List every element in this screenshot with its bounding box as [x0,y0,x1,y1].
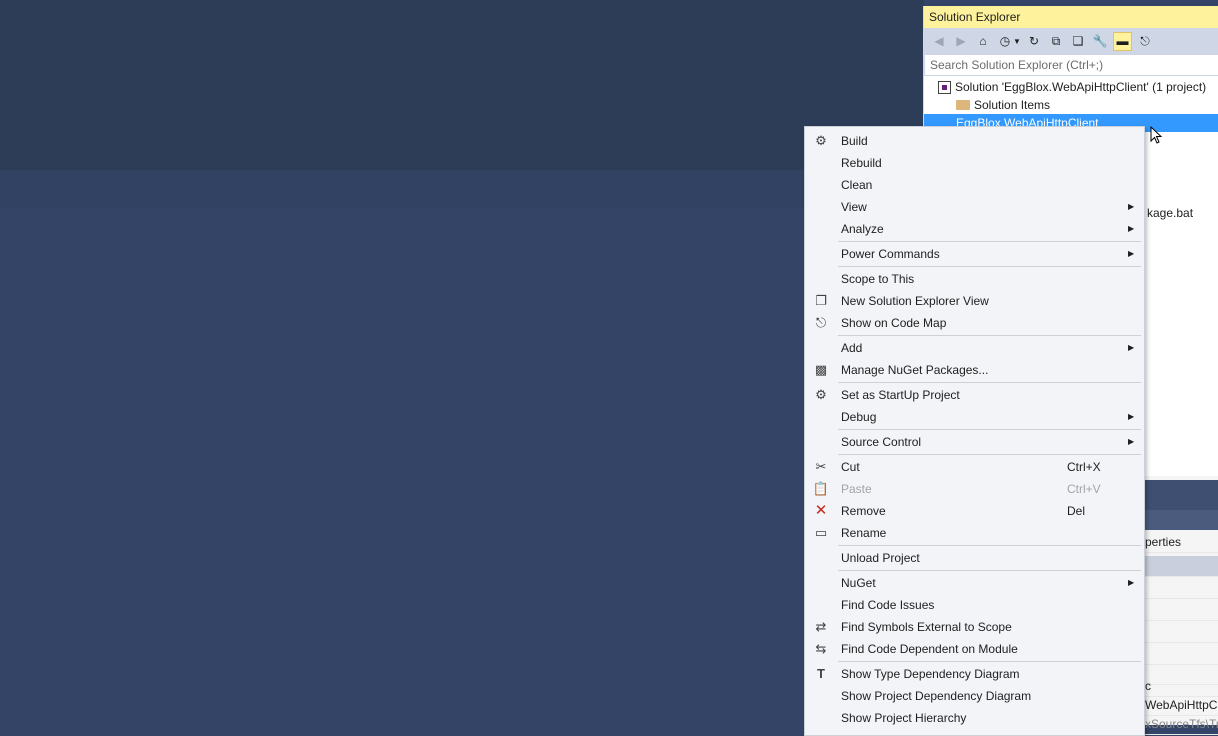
menu-item-set-as-startup-project[interactable]: ⚙ Set as StartUp Project [805,384,1144,406]
menu-separator [838,335,1141,336]
tree-item-solution[interactable]: Solution 'EggBlox.WebApiHttpClient' (1 p… [938,78,1206,96]
submenu-arrow-icon: ▶ [1128,578,1135,587]
clipboard-icon: 📋 [812,481,830,496]
editor-background-top [0,0,924,170]
refresh-icon[interactable]: ↻ [1025,32,1043,50]
forward-icon[interactable]: ▶ [952,32,970,50]
properties-grid: perties c WebApiHttpCl xSourceTfs\Tr [1145,530,1218,735]
scissors-icon: ✂ [815,459,827,474]
build-icon: ⚙ [815,133,827,148]
properties-row[interactable]: WebApiHttpCl [1145,695,1218,716]
find-dependent-icon: ⇆ [815,641,827,656]
properties-row[interactable]: c [1145,676,1218,697]
menu-item-find-code-dependent[interactable]: ⇆ Find Code Dependent on Module [805,638,1144,660]
submenu-arrow-icon: ▶ [1128,224,1135,233]
solution-icon [938,80,951,94]
menu-item-source-control[interactable]: Source Control ▶ [805,431,1144,453]
menu-separator [838,382,1141,383]
menu-item-show-project-hierarchy[interactable]: Show Project Hierarchy [805,707,1144,729]
editor-background-band [0,170,924,207]
menu-separator [838,545,1141,546]
submenu-arrow-icon: ▶ [1128,249,1135,258]
menu-item-power-commands[interactable]: Power Commands ▶ [805,243,1144,265]
menu-item-find-symbols-external[interactable]: ⇄ Find Symbols External to Scope [805,616,1144,638]
properties-row[interactable]: perties [1145,532,1218,553]
submenu-arrow-icon: ▶ [1128,437,1135,446]
find-symbols-icon: ⇄ [815,619,827,634]
code-map-icon: ⎋ [815,315,827,330]
menu-item-view[interactable]: View ▶ [805,196,1144,218]
tree-item-label: kage.bat [1147,206,1194,220]
properties-wrench-icon[interactable]: 🔧 [1091,32,1109,50]
menu-separator [838,241,1141,242]
submenu-arrow-icon: ▶ [1128,202,1135,211]
properties-header [1145,480,1218,510]
properties-toolbar [1145,510,1218,530]
menu-separator [838,661,1141,662]
properties-row[interactable] [1145,622,1218,643]
menu-item-cut[interactable]: ✂ Cut Ctrl+X [805,456,1144,478]
solution-explorer-title: Solution Explorer [924,6,1218,28]
show-all-files-icon[interactable]: ❏ [1069,32,1087,50]
menu-item-rename[interactable]: ▭ Rename [805,522,1144,544]
remove-icon: ✕ [814,502,828,519]
menu-item-clean[interactable]: Clean [805,174,1144,196]
new-view-icon: ❐ [815,293,827,308]
menu-item-unload-project[interactable]: Unload Project [805,547,1144,569]
collapse-all-icon[interactable]: ⧉ [1047,32,1065,50]
back-icon[interactable]: ◀ [930,32,948,50]
solution-explorer-search-input[interactable]: Search Solution Explorer (Ctrl+;) [924,54,1218,76]
menu-item-build[interactable]: ⚙ Build [805,130,1144,152]
menu-item-nuget[interactable]: NuGet ▶ [805,572,1144,594]
properties-row[interactable] [1145,556,1218,577]
menu-item-show-type-dependency-diagram[interactable]: T Show Type Dependency Diagram [805,663,1144,685]
tree-item-label: Solution Items [974,98,1051,112]
menu-item-debug[interactable]: Debug ▶ [805,406,1144,428]
class-diagram-icon[interactable]: ⎋ [1136,32,1154,50]
properties-row[interactable] [1145,644,1218,665]
menu-separator [838,266,1141,267]
menu-item-add[interactable]: Add ▶ [805,337,1144,359]
tree-item-label: Solution 'EggBlox.WebApiHttpClient' (1 p… [955,80,1207,94]
tree-item-bat-file[interactable]: kage.bat [1147,204,1193,222]
menu-item-manage-nuget-packages[interactable]: ▩ Manage NuGet Packages... [805,359,1144,381]
menu-item-new-solution-explorer-view[interactable]: ❐ New Solution Explorer View [805,290,1144,312]
pending-changes-filter-icon[interactable]: ◷ [996,32,1014,50]
menu-item-scope-to-this[interactable]: Scope to This [805,268,1144,290]
menu-item-show-project-dependency-diagram[interactable]: Show Project Dependency Diagram [805,685,1144,707]
home-icon[interactable]: ⌂ [974,32,992,50]
tree-item-solution-items[interactable]: Solution Items [956,96,1050,114]
menu-separator [838,429,1141,430]
menu-separator [838,570,1141,571]
preview-selected-icon[interactable]: ▬ [1113,31,1132,51]
menu-separator [838,454,1141,455]
menu-item-remove[interactable]: ✕ Remove Del [805,500,1144,522]
type-diagram-icon: T [817,666,825,681]
project-context-menu: ⚙ Build Rebuild Clean View ▶ Analyze ▶ P… [804,126,1145,736]
properties-row[interactable] [1145,600,1218,621]
gear-icon: ⚙ [815,387,827,402]
rename-icon: ▭ [814,525,828,540]
submenu-arrow-icon: ▶ [1128,412,1135,421]
nuget-icon: ▩ [814,362,828,377]
folder-icon [956,100,970,110]
mouse-cursor-icon [1150,126,1163,144]
submenu-arrow-icon: ▶ [1128,343,1135,352]
menu-item-show-on-code-map[interactable]: ⎋ Show on Code Map [805,312,1144,334]
solution-explorer-toolbar: ◀ ▶ ⌂ ◷ ▼ ↻ ⧉ ❏ 🔧 ▬ ⎋ [924,28,1218,54]
properties-row[interactable] [1145,578,1218,599]
menu-item-find-code-issues[interactable]: Find Code Issues [805,594,1144,616]
menu-item-analyze[interactable]: Analyze ▶ [805,218,1144,240]
menu-item-rebuild[interactable]: Rebuild [805,152,1144,174]
menu-item-paste: 📋 Paste Ctrl+V [812,481,1101,496]
chevron-down-icon[interactable]: ▼ [1013,32,1021,50]
